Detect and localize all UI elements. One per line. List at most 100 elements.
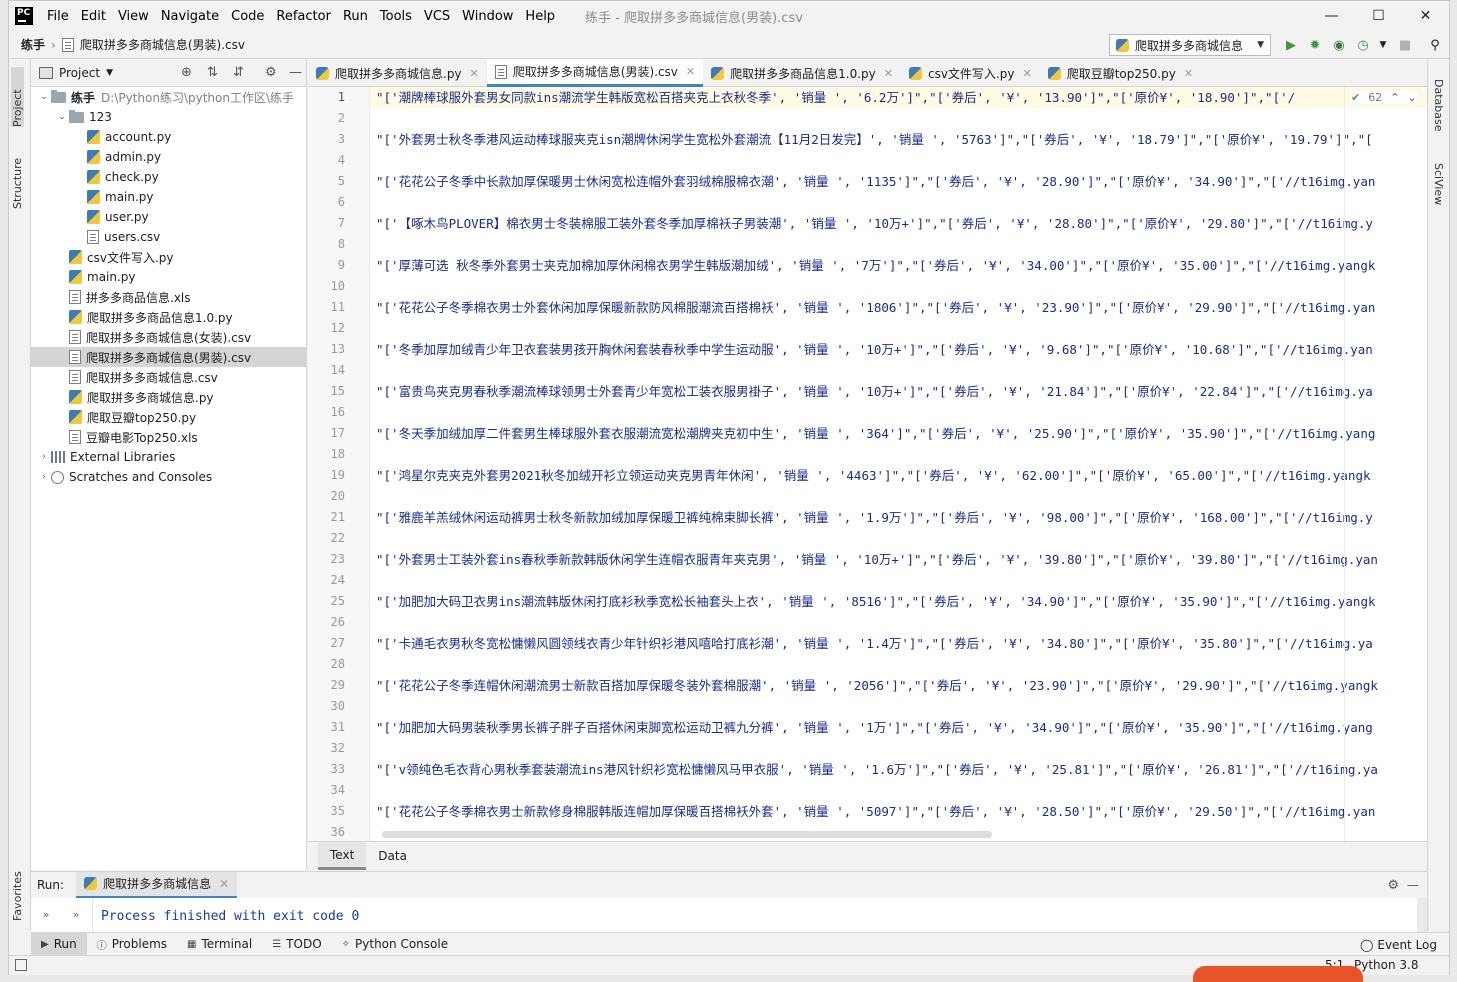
gear-icon[interactable]: ⚙ (1387, 878, 1399, 893)
minimize-button[interactable]: — (1308, 1, 1355, 31)
menu-navigate[interactable]: Navigate (155, 9, 225, 24)
menu-help[interactable]: Help (519, 9, 561, 24)
menu-tools[interactable]: Tools (374, 9, 418, 24)
tree-item[interactable]: › External Libraries (31, 447, 306, 467)
menu-file[interactable]: File (41, 9, 75, 24)
tree-item[interactable]: 豆瓣电影Top250.xls (31, 427, 306, 447)
tree-item[interactable]: 爬取豆瓣top250.py (31, 407, 306, 427)
locate-file-icon[interactable]: ⊕ (181, 65, 192, 80)
run-session-tab[interactable]: 爬取拼多多商城信息 ✕ (76, 871, 238, 899)
inspection-widget[interactable]: ✔ 62 ⌃ ⌄ (1351, 91, 1417, 104)
gear-icon[interactable]: ⚙ (265, 65, 277, 80)
tree-item[interactable]: main.py (31, 187, 306, 207)
close-tab-icon[interactable]: ✕ (686, 65, 695, 78)
structure-tool-tab[interactable]: Structure (11, 139, 24, 209)
tree-item[interactable]: main.py (31, 267, 306, 287)
run-console[interactable]: » » Process finished with exit code 0 (31, 898, 1427, 932)
folder-icon (69, 109, 84, 123)
editor-tab[interactable]: 爬取拼多多商城信息(男装).csv ✕ (486, 59, 704, 87)
tree-item[interactable]: ⌄ 123 (31, 107, 306, 127)
hide-panel-icon[interactable]: — (1407, 878, 1419, 892)
editor-tab[interactable]: 爬取拼多多商城信息.py ✕ (308, 59, 487, 87)
next-highlight-icon[interactable]: ⌄ (1407, 91, 1416, 104)
hide-panel-icon[interactable]: — (289, 65, 302, 80)
tree-item-label: users.csv (104, 230, 161, 244)
breadcrumb-file[interactable]: 爬取拼多多商城信息(男装).csv (61, 36, 245, 53)
close-tab-icon[interactable]: ✕ (1184, 67, 1193, 80)
tree-item[interactable]: 爬取拼多多商城信息(女装).csv (31, 327, 306, 347)
run-console-scrollbar[interactable] (1417, 898, 1427, 932)
chevron-right-icon[interactable]: › (37, 472, 51, 482)
stop-icon[interactable]: ■ (1397, 37, 1413, 53)
close-tab-icon[interactable]: ✕ (470, 67, 479, 80)
editor-tab[interactable]: 爬取豆瓣top250.py ✕ (1040, 59, 1201, 87)
menu-code[interactable]: Code (225, 9, 270, 24)
editor-tab[interactable]: 爬取拼多多商品信息1.0.py ✕ (703, 59, 901, 87)
horizontal-scrollbar[interactable] (382, 831, 992, 838)
toggle-tool-windows-icon[interactable] (15, 959, 27, 971)
event-log-button[interactable]: ◯ Event Log (1360, 933, 1437, 956)
tree-item[interactable]: csv文件写入.py (31, 247, 306, 267)
tree-item[interactable]: › Scratches and Consoles (31, 467, 306, 487)
tree-item[interactable]: admin.py (31, 147, 306, 167)
menu-edit[interactable]: Edit (75, 9, 112, 24)
tree-item[interactable]: check.py (31, 167, 306, 187)
collapse-all-icon[interactable]: ⇵ (233, 65, 244, 80)
tree-item[interactable]: 爬取拼多多商品信息1.0.py (31, 307, 306, 327)
profile-icon[interactable]: ◷ (1355, 37, 1371, 53)
python-interpreter[interactable]: Python 3.8 (1354, 958, 1419, 972)
todo-tool-button[interactable]: ☰ TODO (262, 933, 331, 956)
close-tab-icon[interactable]: ✕ (1022, 67, 1031, 80)
tree-item[interactable]: 爬取拼多多商城信息.csv (31, 367, 306, 387)
close-tab-icon[interactable]: ✕ (884, 67, 893, 80)
expand-toolbar-icon[interactable]: » (61, 898, 91, 932)
tree-item[interactable]: users.csv (31, 227, 306, 247)
menu-vcs[interactable]: VCS (418, 9, 456, 24)
database-tool-tab[interactable]: Database (1432, 79, 1445, 132)
menu-refactor[interactable]: Refactor (270, 9, 337, 24)
close-window-button[interactable]: ✕ (1402, 1, 1449, 31)
problems-tool-button[interactable]: ⓘ Problems (87, 933, 177, 956)
text-view-tab[interactable]: Text (318, 842, 367, 870)
python-console-tool-button[interactable]: ✧ Python Console (332, 933, 458, 956)
tree-item[interactable]: 拼多多商品信息.xls (31, 287, 306, 307)
line-number: 5 (337, 174, 345, 188)
line-number: 31 (330, 720, 345, 734)
tree-item[interactable]: 爬取拼多多商城信息(男装).csv (31, 347, 306, 367)
menu-run[interactable]: Run (337, 9, 374, 24)
chevron-down-icon[interactable]: ⌄ (37, 92, 51, 102)
terminal-tool-button[interactable]: ▦ Terminal (177, 933, 262, 956)
project-tool-tab[interactable]: Project (11, 67, 24, 127)
close-tab-icon[interactable]: ✕ (219, 877, 229, 891)
debug-icon[interactable]: ✹ (1307, 37, 1323, 53)
more-run-chevron-icon[interactable]: ▼ (1375, 37, 1391, 53)
maximize-button[interactable]: ☐ (1355, 1, 1402, 31)
coverage-icon[interactable]: ◉ (1331, 37, 1347, 53)
chevron-down-icon[interactable]: ⌄ (55, 112, 69, 122)
editor-tab[interactable]: csv文件写入.py ✕ (901, 59, 1040, 87)
menu-view[interactable]: View (112, 9, 155, 24)
run-tool-button[interactable]: ▶ Run (31, 932, 87, 956)
tree-item[interactable]: account.py (31, 127, 306, 147)
menu-window[interactable]: Window (456, 9, 519, 24)
project-panel-title[interactable]: Project (59, 66, 100, 80)
run-session-label: 爬取拼多多商城信息 (103, 877, 212, 891)
favorites-tool-tab[interactable]: Favorites (11, 851, 24, 921)
run-configuration-select[interactable]: 爬取拼多多商城信息 ▼ (1109, 34, 1271, 56)
tree-item[interactable]: user.py (31, 207, 306, 227)
sciview-tool-tab[interactable]: SciView (1432, 163, 1445, 205)
chevron-down-icon[interactable]: ▼ (106, 68, 113, 78)
run-panel-header: Run: 爬取拼多多商城信息 ✕ ⚙ — (31, 871, 1427, 899)
data-view-tab[interactable]: Data (366, 842, 419, 870)
chevron-right-icon[interactable]: › (37, 452, 51, 462)
run-icon[interactable]: ▶ (1283, 37, 1299, 53)
code-editor[interactable]: 1 2 3 4 5 6 7 8 9 10 11 12 13 14 15 16 17 18 19 20 21 22 23 24 2… (308, 87, 1427, 841)
breadcrumb-project[interactable]: 练手 (21, 36, 45, 53)
tree-root-folder[interactable]: ⌄ 练手 D:\Python练习\python工作区\练手 (31, 87, 306, 107)
editor-tab-label: 爬取拼多多商品信息1.0.py (730, 66, 876, 81)
previous-highlight-icon[interactable]: ⌃ (1390, 91, 1399, 104)
search-everywhere-icon[interactable]: ⚲ (1427, 37, 1443, 53)
expand-all-icon[interactable]: ⇅ (207, 65, 218, 80)
tree-item[interactable]: 爬取拼多多商城信息.py (31, 387, 306, 407)
expand-toolbar-icon[interactable]: » (31, 898, 61, 932)
